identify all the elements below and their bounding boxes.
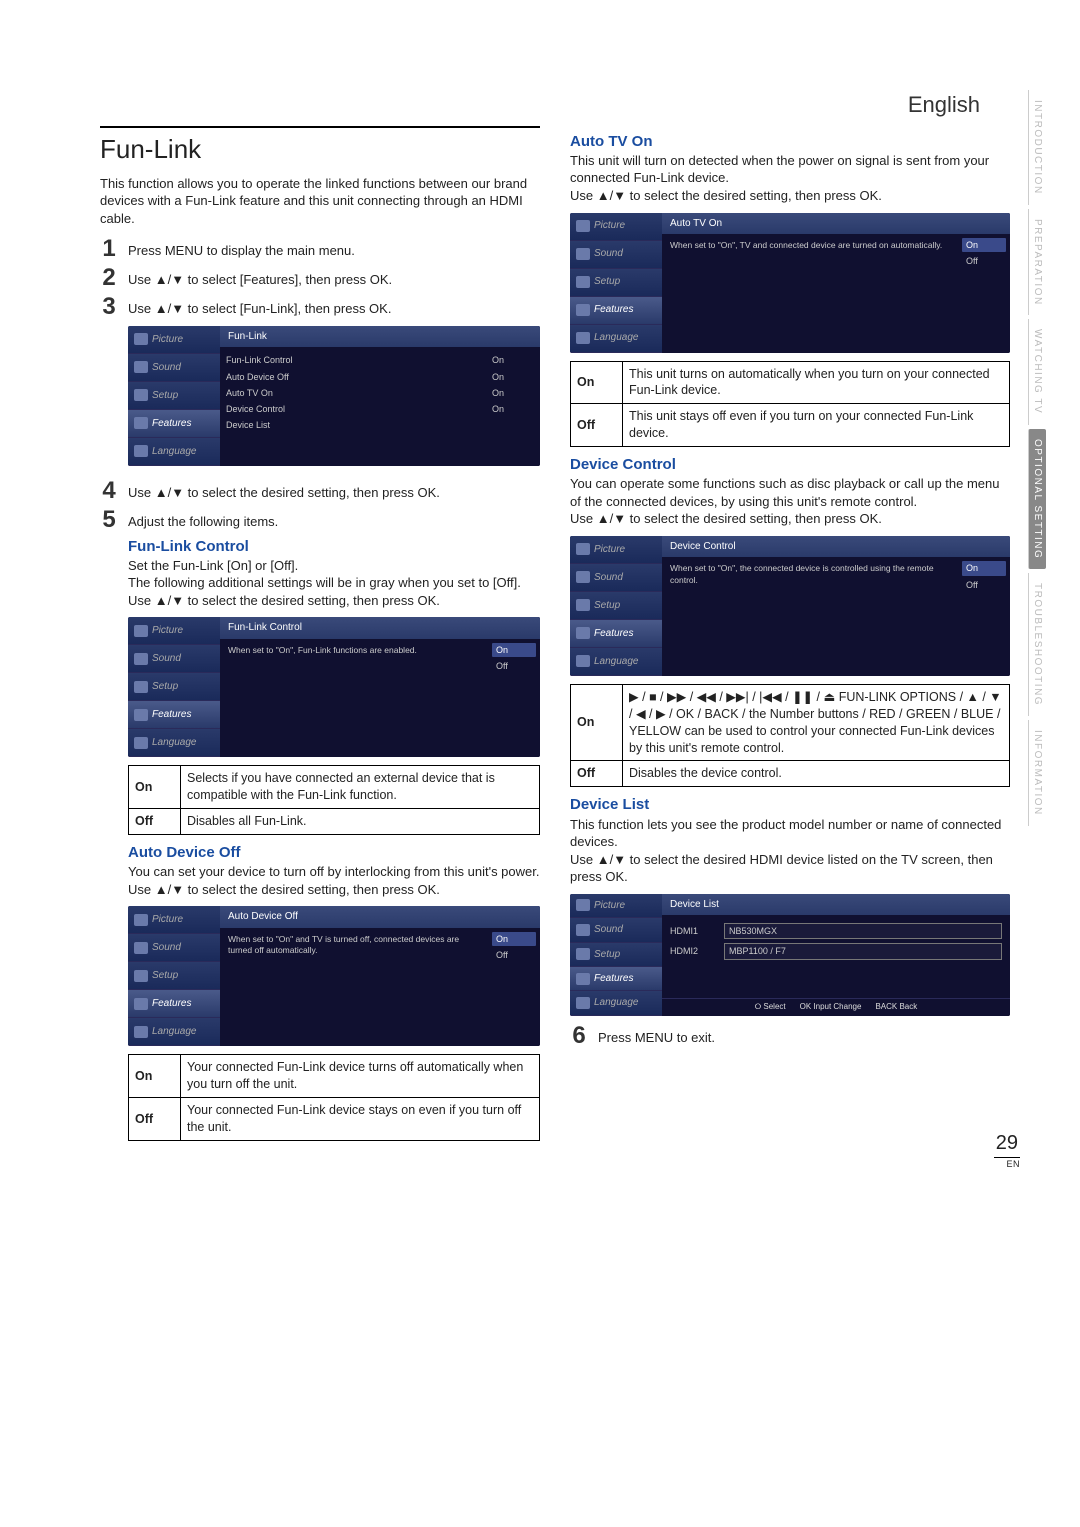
- screenshot-fun-link-control: Picture Sound Setup Features Language Fu…: [128, 617, 540, 757]
- step-3: Use ▲/▼ to select [Fun-Link], then press…: [128, 295, 540, 474]
- screenshot-device-control: Picture Sound Setup Features Language De…: [570, 536, 1010, 676]
- side-tab-introduction[interactable]: INTRODUCTION: [1028, 90, 1047, 205]
- ado-text: Use ▲/▼ to select the desired setting, t…: [128, 881, 540, 899]
- heading-device-control: Device Control: [570, 455, 1010, 475]
- screenshot-device-list: Picture Sound Setup Features Language De…: [570, 894, 1010, 1016]
- step-number: 2: [100, 266, 118, 290]
- left-column: Fun-Link This function allows you to ope…: [100, 126, 540, 1154]
- step-number: 1: [100, 237, 118, 261]
- screenshot-auto-tv-on: Picture Sound Setup Features Language Au…: [570, 213, 1010, 353]
- atv-text: Use ▲/▼ to select the desired setting, t…: [570, 187, 1010, 205]
- atv-text: This unit will turn on detected when the…: [570, 152, 1010, 187]
- heading-device-list: Device List: [570, 795, 1010, 815]
- dl-text: This function lets you see the product m…: [570, 816, 1010, 851]
- table-auto-tv-on: OnThis unit turns on automatically when …: [570, 361, 1010, 448]
- step-6: Press MENU to exit.: [598, 1024, 1010, 1047]
- step-2: Use ▲/▼ to select [Features], then press…: [128, 266, 540, 289]
- language-label: English: [100, 90, 1010, 120]
- dc-text: You can operate some functions such as d…: [570, 475, 1010, 510]
- heading-auto-tv-on: Auto TV On: [570, 132, 1010, 152]
- flc-text: Set the Fun-Link [On] or [Off].: [128, 557, 540, 575]
- side-tab-information[interactable]: INFORMATION: [1028, 720, 1047, 826]
- page-number: 29 EN: [994, 1130, 1020, 1170]
- dl-text: Use ▲/▼ to select the desired HDMI devic…: [570, 851, 1010, 886]
- screenshot-fun-link: Picture Sound Setup Features Language Fu…: [128, 326, 540, 466]
- ado-text: You can set your device to turn off by i…: [128, 863, 540, 881]
- right-column: Auto TV On This unit will turn on detect…: [570, 126, 1010, 1154]
- flc-text: The following additional settings will b…: [128, 574, 540, 592]
- table-device-control: On▶ / ■ / ▶▶ / ◀◀ / ▶▶| / |◀◀ / ❚❚ / ⏏ F…: [570, 684, 1010, 787]
- flc-text: Use ▲/▼ to select the desired setting, t…: [128, 592, 540, 610]
- table-auto-device-off: OnYour connected Fun-Link device turns o…: [128, 1054, 540, 1141]
- step-4: Use ▲/▼ to select the desired setting, t…: [128, 479, 540, 502]
- step-number: 4: [100, 479, 118, 503]
- step-number: 6: [570, 1024, 588, 1048]
- step-5: Adjust the following items. Fun-Link Con…: [128, 508, 540, 1149]
- heading-auto-device-off: Auto Device Off: [128, 843, 540, 863]
- step-number: 3: [100, 295, 118, 319]
- side-tab-watching-tv[interactable]: WATCHING TV: [1028, 319, 1047, 424]
- dc-text: Use ▲/▼ to select the desired setting, t…: [570, 510, 1010, 528]
- side-tab-preparation[interactable]: PREPARATION: [1028, 209, 1047, 316]
- heading-fun-link-control: Fun-Link Control: [128, 537, 540, 557]
- side-tabs: INTRODUCTION PREPARATION WATCHING TV OPT…: [1028, 90, 1047, 826]
- side-tab-optional-setting[interactable]: OPTIONAL SETTING: [1028, 429, 1047, 569]
- table-fun-link-control: OnSelects if you have connected an exter…: [128, 765, 540, 835]
- side-tab-troubleshooting[interactable]: TROUBLESHOOTING: [1028, 573, 1047, 716]
- screenshot-auto-device-off: Picture Sound Setup Features Language Au…: [128, 906, 540, 1046]
- intro-text: This function allows you to operate the …: [100, 175, 540, 228]
- step-number: 5: [100, 508, 118, 532]
- step-1: Press MENU to display the main menu.: [128, 237, 540, 260]
- section-title: Fun-Link: [100, 126, 540, 167]
